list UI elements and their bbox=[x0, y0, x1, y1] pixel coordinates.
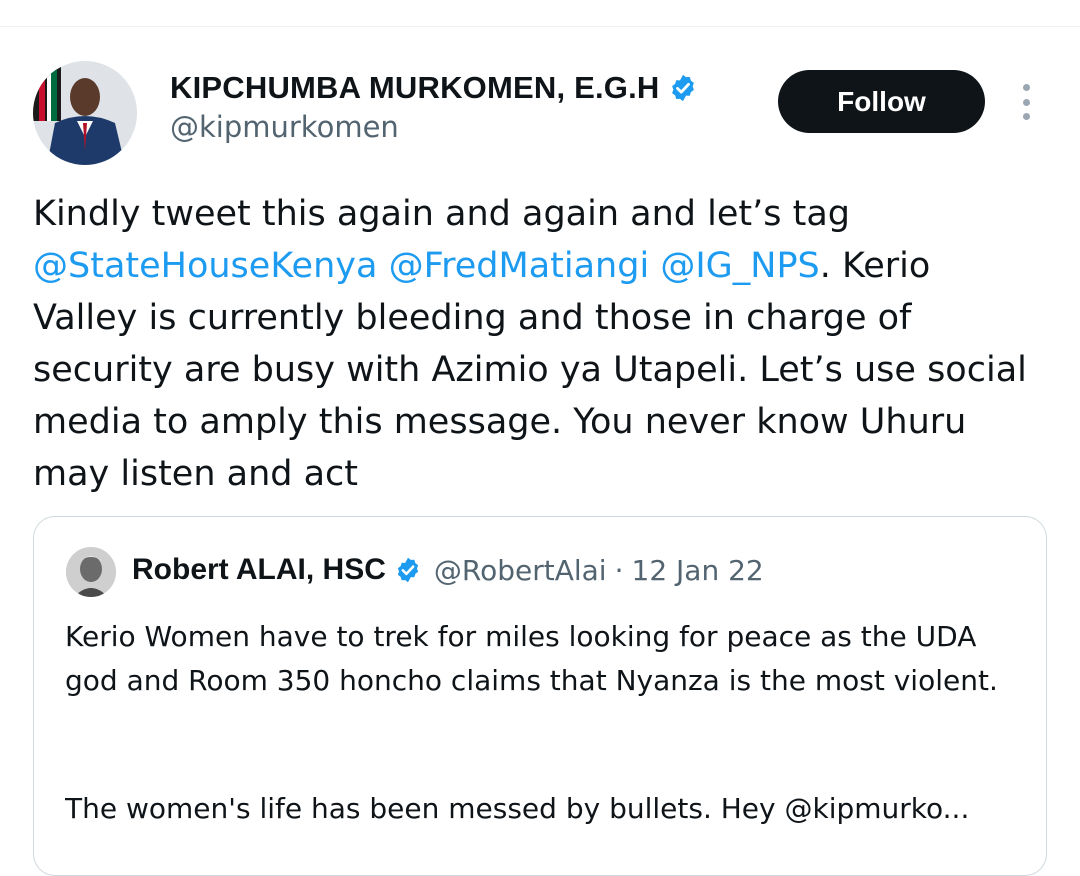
tweet-text: Kindly tweet this again and again and le… bbox=[33, 188, 1033, 500]
tweet-text-part bbox=[377, 246, 388, 286]
tweet-text-part bbox=[649, 246, 660, 286]
more-dot-icon bbox=[1022, 84, 1030, 91]
author-avatar[interactable] bbox=[33, 61, 137, 165]
quoted-date[interactable]: 12 Jan 22 bbox=[632, 554, 764, 587]
follow-button[interactable]: Follow bbox=[778, 70, 985, 133]
quoted-text: Kerio Women have to trek for miles looki… bbox=[65, 620, 998, 697]
verified-badge-icon bbox=[394, 556, 422, 584]
quoted-tweet-card[interactable]: Robert ALAI, HSC @RobertAlai · 12 Jan 22… bbox=[33, 516, 1047, 876]
mention-link[interactable]: @StateHouseKenya bbox=[33, 246, 377, 286]
more-dot-icon bbox=[1022, 113, 1030, 120]
quoted-display-name[interactable]: Robert ALAI, HSC bbox=[132, 553, 386, 587]
quoted-handle[interactable]: @RobertAlai bbox=[434, 554, 607, 587]
author-handle[interactable]: @kipmurkomen bbox=[170, 110, 399, 144]
mention-link[interactable]: @FredMatiangi bbox=[389, 246, 650, 286]
tweet-text-part: Kindly tweet this again and again and le… bbox=[33, 194, 862, 234]
quoted-header: Robert ALAI, HSC @RobertAlai · 12 Jan 22 bbox=[132, 553, 764, 587]
quoted-avatar-photo-icon bbox=[66, 547, 116, 597]
top-divider bbox=[0, 26, 1080, 27]
quoted-author-avatar[interactable] bbox=[66, 547, 116, 597]
header-separator: · bbox=[614, 553, 624, 587]
more-vertical-icon[interactable] bbox=[1016, 84, 1036, 120]
verified-badge-icon bbox=[668, 73, 698, 103]
author-display-name[interactable]: KIPCHUMBA MURKOMEN, E.G.H bbox=[170, 70, 660, 106]
more-dot-icon bbox=[1022, 98, 1030, 106]
mention-link[interactable]: @IG_NPS bbox=[660, 246, 819, 286]
author-name-row: KIPCHUMBA MURKOMEN, E.G.H bbox=[170, 70, 698, 106]
avatar-photo-icon bbox=[33, 61, 137, 165]
quoted-text-continued: The women's life has been messed by bull… bbox=[65, 792, 970, 825]
